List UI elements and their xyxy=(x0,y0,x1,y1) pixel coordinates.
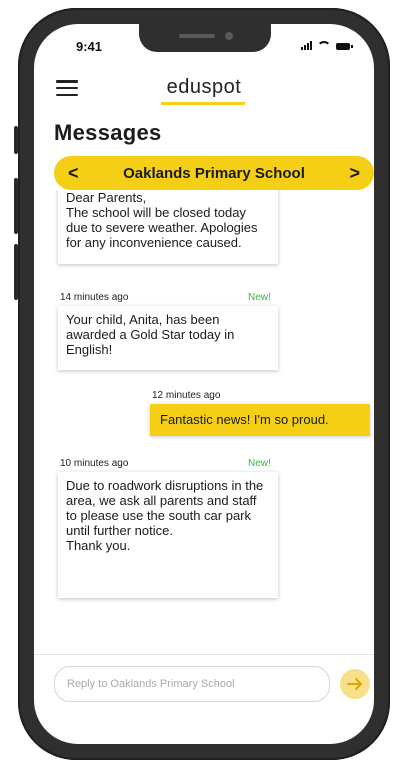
phone-side-button xyxy=(14,126,18,154)
brand-underline xyxy=(161,102,245,105)
message-text: Due to roadwork disruptions in the area,… xyxy=(66,478,264,553)
message-list[interactable]: Dear Parents, The school will be closed … xyxy=(34,190,374,652)
status-time: 9:41 xyxy=(76,39,103,54)
message-text: Your child, Anita, has been awarded a Go… xyxy=(66,312,235,357)
phone-notch xyxy=(139,24,271,52)
school-name: Oaklands Primary School xyxy=(123,165,305,182)
status-icons xyxy=(301,40,353,51)
wifi-icon xyxy=(317,41,331,51)
page-title: Messages xyxy=(54,120,162,145)
message-text: Fantastic news! I'm so proud. xyxy=(160,412,329,427)
message-bubble-outgoing: Fantastic news! I'm so proud. xyxy=(150,404,370,436)
app-screen: 9:41 eduspot Messages < Oaklands Primary… xyxy=(34,24,374,744)
message-text: Dear Parents, The school will be closed … xyxy=(66,190,258,250)
phone-side-button xyxy=(14,244,18,300)
camera xyxy=(225,32,233,40)
signal-icon xyxy=(301,41,312,50)
message-time: 12 minutes ago xyxy=(152,390,221,401)
message-bubble: Dear Parents, The school will be closed … xyxy=(58,190,278,264)
message-bubble: Your child, Anita, has been awarded a Go… xyxy=(58,306,278,370)
send-button[interactable] xyxy=(340,669,370,699)
reply-input[interactable] xyxy=(54,666,330,702)
chevron-right-icon[interactable]: > xyxy=(349,162,360,184)
phone-side-button xyxy=(14,178,18,234)
message-time: 10 minutes ago xyxy=(60,458,129,469)
new-badge: New! xyxy=(248,458,271,469)
message-time: 14 minutes ago xyxy=(60,292,129,303)
speaker xyxy=(179,34,215,38)
message-bubble: Due to roadwork disruptions in the area,… xyxy=(58,472,278,598)
arrow-right-icon xyxy=(347,678,362,690)
new-badge: New! xyxy=(248,292,271,303)
battery-icon xyxy=(336,43,353,50)
divider xyxy=(34,654,374,655)
brand-logo: eduspot xyxy=(166,76,242,98)
school-selector: < Oaklands Primary School > xyxy=(54,156,374,190)
